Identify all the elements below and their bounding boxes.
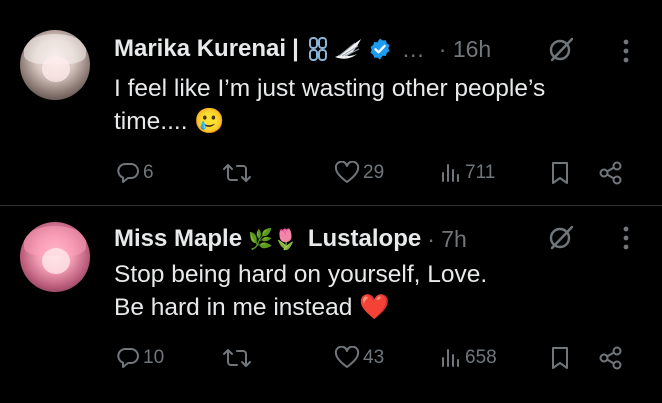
views-icon xyxy=(442,349,459,367)
author-name[interactable]: Miss Maple xyxy=(114,225,242,253)
bookmark-button[interactable] xyxy=(550,341,570,375)
views-button[interactable]: 658 xyxy=(440,341,497,375)
tweet-2[interactable]: Miss Maple 🌿🌷 Lustalope · 7h Stop being … xyxy=(0,0,662,403)
repost-icon xyxy=(223,349,251,367)
reply-count: 10 xyxy=(143,347,165,368)
share-button[interactable] xyxy=(598,341,624,375)
more-options-icon[interactable] xyxy=(622,225,630,251)
avatar-face xyxy=(42,248,70,274)
author-emoji: 🌿🌷 xyxy=(248,228,298,251)
share-icon xyxy=(599,346,622,370)
grok-icon[interactable] xyxy=(548,224,574,250)
repost-button[interactable] xyxy=(222,341,252,375)
tweet-text: Stop being hard on yourself, Love. Be ha… xyxy=(114,258,644,324)
reply-button[interactable]: 10 xyxy=(116,341,164,375)
bookmark-icon xyxy=(552,347,568,369)
like-button[interactable]: 43 xyxy=(334,341,384,375)
tweet-text-line: Be hard in me instead ❤️ xyxy=(114,294,390,321)
heart-icon xyxy=(334,346,360,368)
tweet-header: Miss Maple 🌿🌷 Lustalope · 7h xyxy=(114,222,467,256)
tweet-text-line: Stop being hard on yourself, Love. xyxy=(114,261,488,288)
tweet-time[interactable]: · 7h xyxy=(427,226,467,253)
view-count: 658 xyxy=(465,347,497,368)
reply-icon xyxy=(117,348,139,368)
author-name-suffix[interactable]: Lustalope xyxy=(308,225,421,253)
action-bar: 10 43 658 xyxy=(0,341,662,375)
like-count: 43 xyxy=(363,347,385,368)
avatar[interactable] xyxy=(20,222,90,292)
